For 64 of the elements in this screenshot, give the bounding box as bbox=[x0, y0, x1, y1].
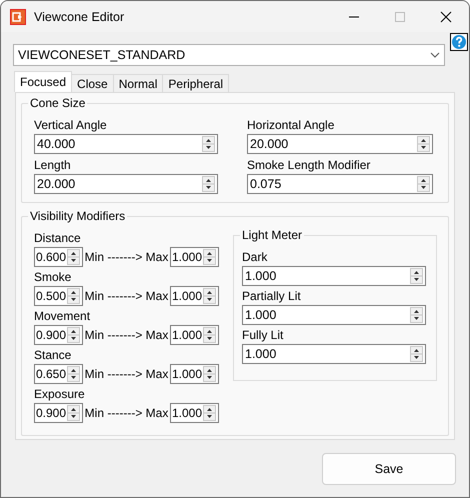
number-field[interactable]: 20.000 bbox=[247, 134, 433, 154]
spinner-icon[interactable] bbox=[202, 176, 215, 192]
save-button[interactable]: Save bbox=[322, 452, 456, 484]
range-label: Min -------> Max bbox=[84, 406, 170, 420]
number-field[interactable]: 0.600 bbox=[34, 247, 83, 267]
number-field[interactable]: 1.000 bbox=[242, 344, 426, 364]
field-label: Distance bbox=[34, 231, 82, 245]
field-label: Smoke bbox=[34, 270, 72, 284]
number-field[interactable]: 1.000 bbox=[170, 403, 219, 423]
number-field[interactable]: 1.000 bbox=[242, 305, 426, 325]
field-label: Fully Lit bbox=[242, 328, 284, 342]
spinner-icon[interactable] bbox=[203, 405, 216, 421]
number-field[interactable]: 0.900 bbox=[34, 403, 83, 423]
range-label: Min -------> Max bbox=[84, 328, 170, 342]
tab[interactable]: Focused bbox=[14, 71, 72, 92]
field-label: Movement bbox=[34, 309, 92, 323]
spinner-icon[interactable] bbox=[410, 268, 423, 284]
spinner-icon[interactable] bbox=[67, 405, 80, 421]
maximize-icon bbox=[394, 10, 406, 22]
field-label: Exposure bbox=[34, 387, 86, 401]
chevron-down-icon bbox=[430, 52, 440, 58]
field-label: Horizontal Angle bbox=[247, 118, 336, 132]
spinner-icon[interactable] bbox=[417, 136, 430, 152]
spinner-icon[interactable] bbox=[203, 249, 216, 265]
field-label: Smoke Length Modifier bbox=[247, 158, 372, 172]
spinner-icon[interactable] bbox=[410, 307, 423, 323]
window-title: Viewcone Editor bbox=[34, 10, 126, 24]
number-field[interactable]: 20.000 bbox=[34, 174, 218, 194]
field-label: Stance bbox=[34, 348, 72, 362]
number-field[interactable]: 1.000 bbox=[170, 325, 219, 345]
tab[interactable]: Peripheral bbox=[162, 74, 230, 92]
number-field[interactable]: 1.000 bbox=[170, 364, 219, 384]
group-title: Light Meter bbox=[240, 228, 304, 242]
help-icon[interactable] bbox=[450, 33, 468, 51]
number-field[interactable]: 0.500 bbox=[34, 286, 83, 306]
spinner-icon[interactable] bbox=[202, 136, 215, 152]
app-icon bbox=[10, 8, 26, 24]
number-field[interactable]: 1.000 bbox=[170, 247, 219, 267]
spinner-icon[interactable] bbox=[417, 176, 430, 192]
number-field[interactable]: 1.000 bbox=[170, 286, 219, 306]
range-label: Min -------> Max bbox=[84, 289, 170, 303]
range-label: Min -------> Max bbox=[84, 367, 170, 381]
field-label: Dark bbox=[242, 250, 268, 264]
spinner-icon[interactable] bbox=[203, 366, 216, 382]
group-title: Cone Size bbox=[28, 96, 88, 110]
spinner-icon[interactable] bbox=[203, 327, 216, 343]
number-field[interactable]: 40.000 bbox=[34, 134, 218, 154]
field-label: Vertical Angle bbox=[34, 118, 108, 132]
number-field[interactable]: 0.075 bbox=[247, 174, 433, 194]
group-title: Visibility Modifiers bbox=[28, 209, 128, 223]
number-field[interactable]: 1.000 bbox=[242, 266, 426, 286]
spinner-icon[interactable] bbox=[410, 346, 423, 362]
number-field[interactable]: 0.900 bbox=[34, 325, 83, 345]
preset-dropdown[interactable]: VIEWCONESET_STANDARD bbox=[13, 44, 445, 66]
spinner-icon[interactable] bbox=[67, 366, 80, 382]
field-label: Length bbox=[34, 158, 72, 172]
spinner-icon[interactable] bbox=[67, 327, 80, 343]
close-icon bbox=[440, 10, 452, 22]
spinner-icon[interactable] bbox=[67, 288, 80, 304]
spinner-icon[interactable] bbox=[67, 249, 80, 265]
field-label: Partially Lit bbox=[242, 289, 302, 303]
range-label: Min -------> Max bbox=[84, 250, 170, 264]
number-field[interactable]: 0.650 bbox=[34, 364, 83, 384]
spinner-icon[interactable] bbox=[203, 288, 216, 304]
